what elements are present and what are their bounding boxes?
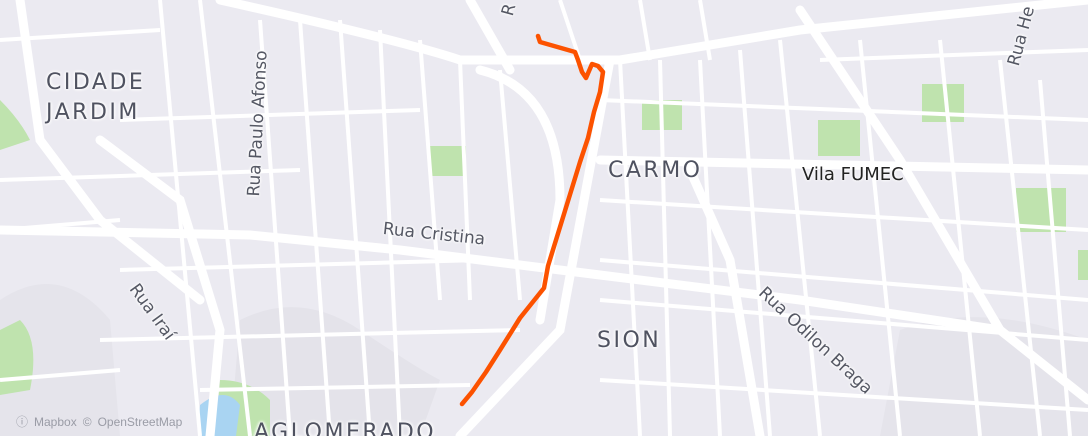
park [1078,250,1088,280]
mapbox-link[interactable]: Mapbox [34,415,77,429]
copyright-icon: © [82,414,92,429]
area-label-cidade: CIDADE [46,70,146,95]
osm-link[interactable]: OpenStreetMap [98,415,183,429]
map-view[interactable]: CIDADE JARDIM CARMO SION AGLOMERADO Rua … [0,0,1088,436]
poi-label-vila-fumec: Vila FUMEC [802,164,904,185]
area-label-carmo: CARMO [608,158,703,183]
park [818,120,860,156]
map-canvas [0,0,1088,436]
area-label-jardim: JARDIM [46,100,140,125]
area-label-sion: SION [597,328,662,353]
area-label-aglomerado: AGLOMERADO [254,420,437,436]
map-attribution: ⓘ Mapbox © OpenStreetMap [16,413,182,430]
park [430,146,466,176]
info-circle-icon[interactable]: ⓘ [16,413,28,430]
